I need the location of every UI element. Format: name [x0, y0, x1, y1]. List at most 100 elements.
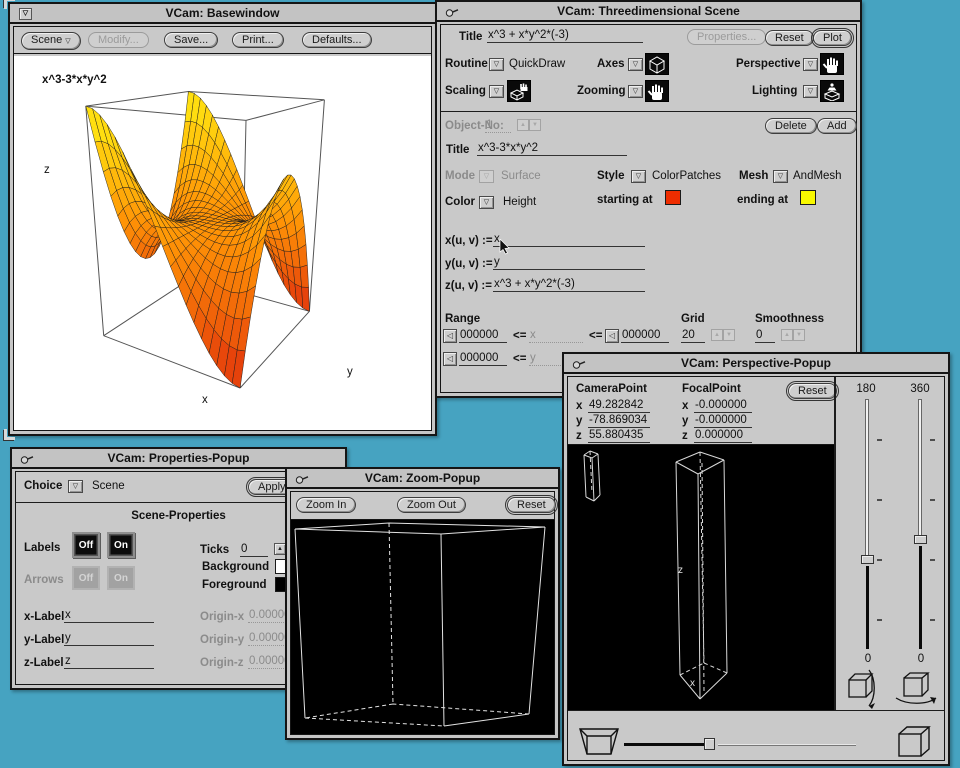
perspective-amount-slider[interactable]	[624, 735, 856, 753]
range-y-min-field[interactable]: 000000	[459, 352, 507, 366]
perspective-amount-thumb[interactable]	[704, 738, 715, 750]
color-menu-button[interactable]: ▽	[479, 196, 494, 209]
grid-x-spinner[interactable]: ▲▼	[711, 329, 735, 347]
object-no-spinner[interactable]: ▲▼	[517, 119, 541, 137]
object-title-field[interactable]: x^3-3*x*y^2	[477, 142, 627, 156]
arrows-off-toggle[interactable]: Off	[72, 566, 100, 590]
camera-z-field[interactable]: 55.880435	[588, 429, 650, 443]
scene-titlebar[interactable]: VCam: Threedimensional Scene	[437, 2, 860, 22]
scene-title-field[interactable]: x^3 + x*y^2*(-3)	[487, 29, 643, 43]
yuv-field[interactable]: y	[493, 256, 645, 270]
plot-button[interactable]: Plot	[813, 30, 852, 46]
azimuth-slider[interactable]	[914, 399, 928, 649]
smooth-x-spinner[interactable]: ▲▼	[781, 329, 805, 347]
defaults-button[interactable]: Defaults...	[302, 32, 372, 48]
range-x-min-menu[interactable]: ◁	[443, 329, 457, 343]
surface-plot	[14, 56, 427, 431]
range-x-max-menu[interactable]: ◁	[605, 329, 619, 343]
azimuth-slider-thumb[interactable]	[914, 535, 927, 544]
axes-scene-icon[interactable]	[645, 53, 669, 75]
labels-on-toggle[interactable]: On	[107, 532, 135, 558]
grid-x-field[interactable]: 20	[681, 329, 705, 343]
zoom-out-button[interactable]: Zoom Out	[397, 497, 466, 513]
section-divider	[441, 111, 856, 112]
scaling-menu-button[interactable]: ▽	[489, 85, 504, 98]
zoom-titlebar[interactable]: VCam: Zoom-Popup	[287, 469, 558, 489]
smooth-x-field[interactable]: 0	[755, 329, 775, 343]
elevation-slider-thumb[interactable]	[861, 555, 874, 564]
perspective-canvas[interactable]: z x	[568, 444, 834, 710]
zuv-field[interactable]: x^3 + x*y^2*(-3)	[493, 278, 645, 292]
perspective-hand-icon[interactable]	[820, 53, 844, 75]
range-x-max-field[interactable]: 000000	[621, 329, 669, 343]
y-label-field[interactable]: y	[64, 632, 154, 646]
ending-color-swatch[interactable]	[800, 190, 816, 205]
scaling-label: Scaling	[445, 85, 486, 97]
slider-tick	[877, 499, 882, 501]
window-menu-button[interactable]: ▽	[19, 8, 32, 20]
labels-off-toggle[interactable]: Off	[72, 532, 100, 558]
routine-menu-button[interactable]: ▽	[489, 58, 504, 71]
style-menu-button[interactable]: ▽	[631, 170, 646, 183]
delete-button[interactable]: Delete	[765, 118, 817, 134]
basewindow-titlebar[interactable]: ▽ VCam: Basewindow	[10, 4, 435, 24]
perspective-titlebar[interactable]: VCam: Perspective-Popup	[564, 354, 948, 374]
scaling-scene-icon[interactable]	[507, 80, 531, 102]
axes-menu-button[interactable]: ▽	[628, 58, 643, 71]
plot-canvas[interactable]: x^3-3*x*y^2 z x y	[14, 56, 431, 431]
axis-z: z	[576, 430, 582, 442]
camera-x-field[interactable]: 49.282842	[588, 399, 650, 413]
zoom-reset-button[interactable]: Reset	[507, 497, 556, 513]
focal-x-field[interactable]: -0.000000	[694, 399, 752, 413]
range-header: Range	[445, 313, 480, 325]
modify-button[interactable]: Modify...	[88, 32, 149, 48]
zoom-in-button[interactable]: Zoom In	[296, 497, 356, 513]
focal-z-field[interactable]: 0.000000	[694, 429, 752, 443]
x-label-field[interactable]: x	[64, 609, 154, 623]
scene-reset-button[interactable]: Reset	[765, 30, 814, 46]
save-button[interactable]: Save...	[164, 32, 218, 48]
add-button[interactable]: Add	[817, 118, 857, 134]
zuv-label: z(u, v) :=	[445, 280, 492, 292]
properties-button[interactable]: Properties...	[687, 29, 766, 45]
lte-symbol: <=	[513, 353, 526, 365]
routine-label: Routine	[445, 58, 488, 70]
pushpin-icon[interactable]	[295, 472, 310, 486]
focal-y-field[interactable]: -0.000000	[694, 414, 752, 428]
properties-titlebar[interactable]: VCam: Properties-Popup	[12, 449, 345, 469]
zooming-hand-icon[interactable]	[645, 80, 669, 102]
camera-point-label: CameraPoint	[576, 383, 647, 395]
rotate-horizontal-cube-icon[interactable]	[891, 670, 939, 708]
perspective-menu-button[interactable]: ▽	[803, 58, 818, 71]
range-x-min-field[interactable]: 000000	[459, 329, 507, 343]
scene-menu-button[interactable]: Scene ▽	[21, 32, 81, 50]
print-button[interactable]: Print...	[232, 32, 284, 48]
pushpin-icon[interactable]	[20, 452, 35, 466]
choice-menu-button[interactable]: ▽	[68, 480, 83, 493]
focal-point-label: FocalPoint	[682, 383, 741, 395]
zooming-menu-button[interactable]: ▽	[628, 85, 643, 98]
starting-color-swatch[interactable]	[665, 190, 681, 205]
mesh-menu-button[interactable]: ▽	[773, 170, 788, 183]
zoom-canvas[interactable]	[291, 519, 554, 734]
rotate-vertical-cube-icon[interactable]	[842, 667, 880, 709]
lighting-scene-icon[interactable]	[820, 80, 844, 102]
zoom-wireframe	[291, 520, 554, 736]
pushpin-icon[interactable]	[572, 357, 587, 371]
lighting-menu-button[interactable]: ▽	[803, 85, 818, 98]
pushpin-icon[interactable]	[445, 5, 460, 19]
mouse-cursor	[499, 239, 510, 255]
perspective-reset-button[interactable]: Reset	[788, 383, 837, 399]
arrows-on-toggle[interactable]: On	[107, 566, 135, 590]
xuv-field[interactable]: x	[493, 233, 645, 247]
mode-menu-button[interactable]: ▽	[479, 170, 494, 183]
elevation-slider[interactable]	[861, 399, 875, 649]
orthographic-cube-icon[interactable]	[895, 724, 935, 759]
z-label-field[interactable]: z	[64, 655, 154, 669]
range-y-min-menu[interactable]: ◁	[443, 352, 457, 366]
camera-y-field[interactable]: -78.869034	[588, 414, 650, 428]
frustum-view-icon[interactable]	[576, 723, 622, 759]
slider-180-label: 180	[851, 383, 881, 395]
object-no-field[interactable]: 1	[485, 119, 511, 133]
ticks-field[interactable]: 0	[240, 543, 268, 557]
